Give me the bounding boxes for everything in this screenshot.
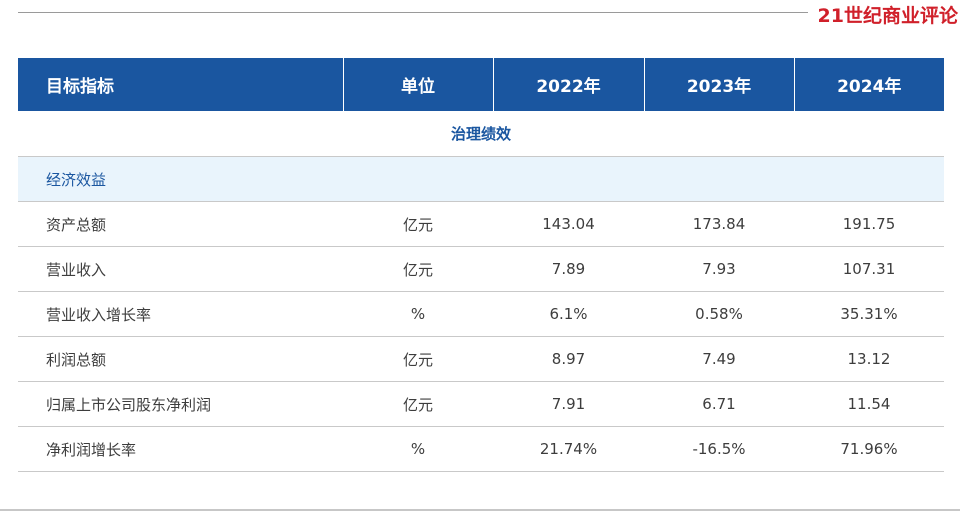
indicator-table: 目标指标 单位 2022年 2023年 2024年 治理绩效 经济效益 资产总额…: [18, 58, 944, 472]
value-2024-cell: 13.12: [794, 336, 944, 382]
unit-cell: 亿元: [343, 336, 493, 382]
value-2023-cell: -16.5%: [644, 426, 794, 472]
header-2022: 2022年: [492, 58, 644, 111]
value-2023-cell: 7.49: [644, 336, 794, 382]
value-2023-cell: 173.84: [644, 201, 794, 247]
unit-cell: %: [343, 291, 493, 337]
header-2024: 2024年: [793, 58, 944, 111]
unit-cell: 亿元: [343, 381, 493, 427]
value-2024-cell: 11.54: [794, 381, 944, 427]
unit-cell: 亿元: [343, 201, 493, 247]
value-2023-cell: 0.58%: [644, 291, 794, 337]
brand-logo: 21世纪商业评论: [817, 5, 958, 27]
value-2022-cell: 143.04: [493, 201, 644, 247]
table-row: 营业收入 亿元 7.89 7.93 107.31: [18, 246, 944, 292]
metric-cell: 营业收入增长率: [18, 291, 343, 337]
table-row: 净利润增长率 % 21.74% -16.5% 71.96%: [18, 426, 944, 472]
value-2024-cell: 191.75: [794, 201, 944, 247]
header-unit: 单位: [342, 58, 493, 111]
value-2022-cell: 8.97: [493, 336, 644, 382]
unit-cell: %: [343, 426, 493, 472]
value-2022-cell: 21.74%: [493, 426, 644, 472]
value-2023-cell: 7.93: [644, 246, 794, 292]
category-row: 经济效益: [18, 156, 944, 202]
metric-cell: 营业收入: [18, 246, 343, 292]
header-metric: 目标指标: [18, 58, 343, 111]
table-row: 归属上市公司股东净利润 亿元 7.91 6.71 11.54: [18, 381, 944, 427]
table-row: 利润总额 亿元 8.97 7.49 13.12: [18, 336, 944, 382]
value-2024-cell: 35.31%: [794, 291, 944, 337]
table-row: 资产总额 亿元 143.04 173.84 191.75: [18, 201, 944, 247]
value-2024-cell: 107.31: [794, 246, 944, 292]
unit-cell: 亿元: [343, 246, 493, 292]
section-row: 治理绩效: [18, 111, 944, 157]
metric-cell: 利润总额: [18, 336, 343, 382]
value-2022-cell: 7.91: [493, 381, 644, 427]
value-2023-cell: 6.71: [644, 381, 794, 427]
table-row: 营业收入增长率 % 6.1% 0.58% 35.31%: [18, 291, 944, 337]
value-2022-cell: 7.89: [493, 246, 644, 292]
metric-cell: 资产总额: [18, 201, 343, 247]
value-2022-cell: 6.1%: [493, 291, 644, 337]
metric-cell: 净利润增长率: [18, 426, 343, 472]
top-divider: [18, 12, 808, 13]
value-2024-cell: 71.96%: [794, 426, 944, 472]
section-title: 治理绩效: [18, 111, 944, 157]
page: 21世纪商业评论 目标指标 单位 2022年 2023年 2024年 治理绩效 …: [0, 0, 960, 514]
table-header-row: 目标指标 单位 2022年 2023年 2024年: [18, 58, 944, 111]
bottom-divider: [0, 509, 960, 511]
header-2023: 2023年: [643, 58, 794, 111]
metric-cell: 归属上市公司股东净利润: [18, 381, 343, 427]
category-title: 经济效益: [18, 156, 944, 202]
